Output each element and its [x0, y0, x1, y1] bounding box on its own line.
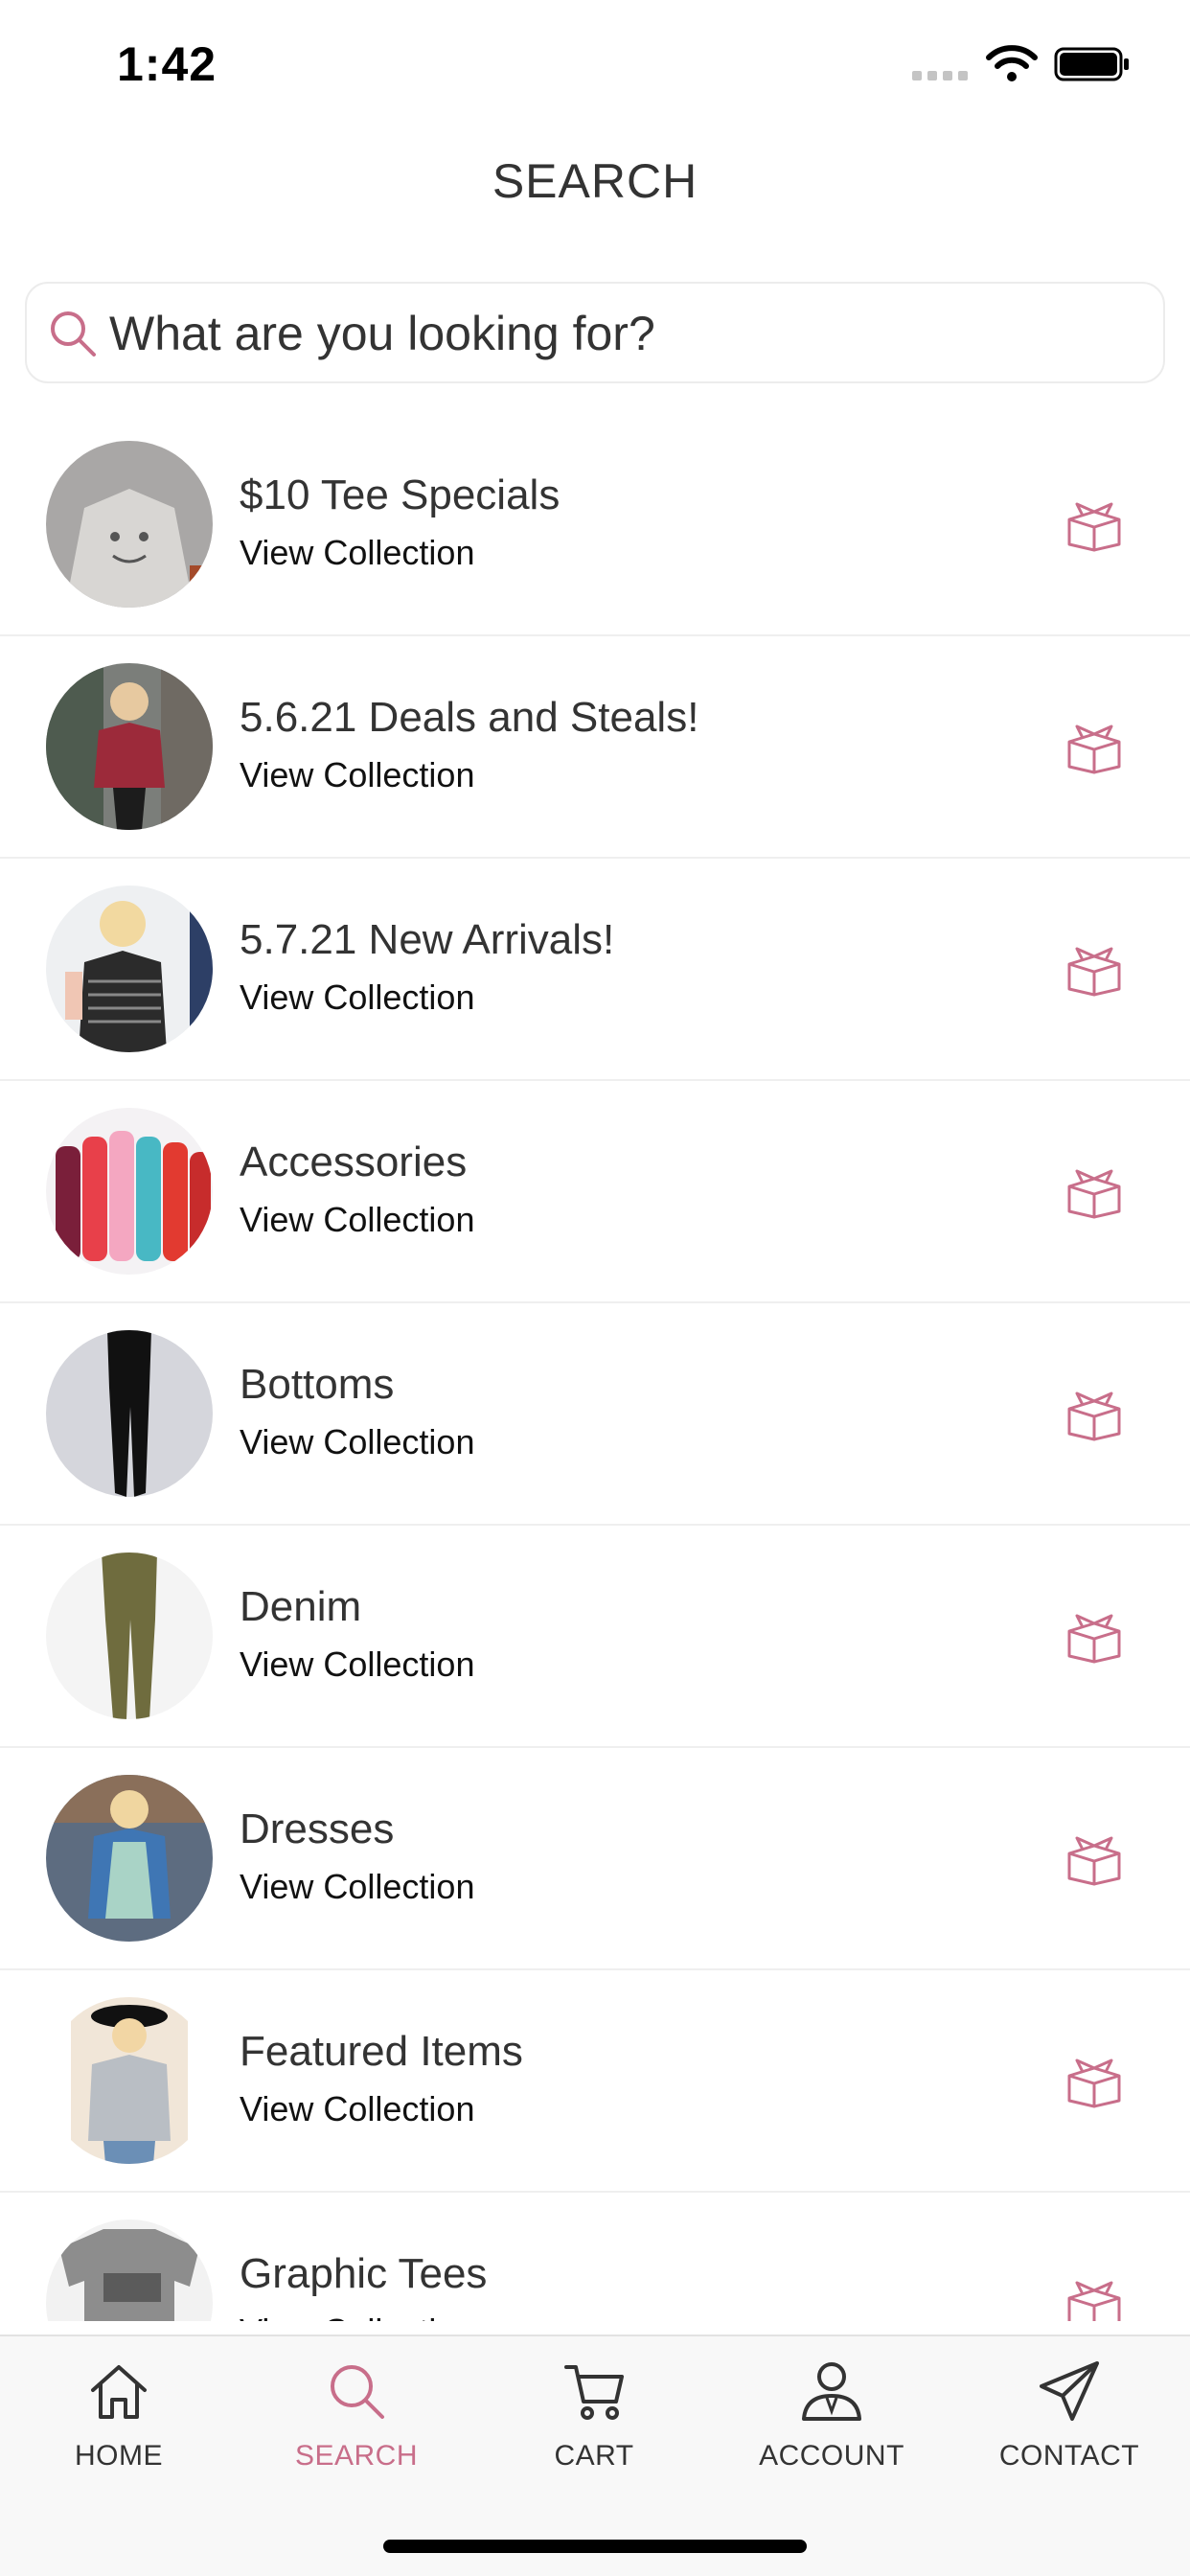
gift-box-icon — [1067, 1614, 1121, 1664]
collection-title: Bottoms — [240, 1361, 395, 1408]
view-collection-link[interactable]: View Collection — [240, 2089, 474, 2129]
cart-icon — [564, 2365, 624, 2420]
view-collection-link[interactable]: View Collection — [240, 978, 474, 1018]
collection-item-dresses[interactable]: Dresses View Collection — [0, 1748, 1190, 1970]
collection-thumbnail — [46, 886, 213, 1052]
collection-title: Featured Items — [240, 2028, 523, 2075]
collection-item-new-arrivals[interactable]: 5.7.21 New Arrivals! View Collection — [0, 859, 1190, 1081]
view-collection-link[interactable]: View Collection — [240, 1644, 474, 1685]
collection-thumbnail — [46, 1552, 213, 1719]
view-collection-link[interactable]: View Collection — [240, 1867, 474, 1907]
home-indicator — [383, 2540, 807, 2553]
collection-title: $10 Tee Specials — [240, 472, 561, 518]
tab-label: CONTACT — [998, 2440, 1140, 2472]
tab-contact[interactable]: CONTACT — [950, 2358, 1188, 2511]
collection-title: Dresses — [240, 1806, 395, 1852]
gift-box-icon — [1067, 2281, 1121, 2321]
collection-item-accessories[interactable]: Accessories View Collection — [0, 1081, 1190, 1303]
collection-item-bottoms[interactable]: Bottoms View Collection — [0, 1303, 1190, 1526]
gift-box-icon — [1067, 724, 1121, 774]
search-bar[interactable] — [25, 282, 1165, 383]
gift-box-icon — [1067, 1392, 1121, 1441]
page-title: SEARCH — [492, 154, 698, 208]
collection-title: Denim — [240, 1583, 362, 1630]
view-collection-link[interactable]: View Collection — [240, 1200, 474, 1240]
wifi-icon — [986, 45, 1038, 81]
view-collection-link[interactable]: View Collection — [240, 2312, 474, 2321]
tab-home[interactable]: HOME — [0, 2358, 238, 2511]
tab-label: CART — [554, 2440, 634, 2472]
gift-box-icon — [1067, 502, 1121, 552]
collection-thumbnail — [46, 663, 213, 830]
cellular-signal-icon — [912, 71, 968, 80]
gift-box-icon — [1067, 2058, 1121, 2108]
collection-title: 5.6.21 Deals and Steals! — [240, 694, 699, 741]
tab-label: SEARCH — [294, 2440, 419, 2472]
collection-thumbnail — [46, 1108, 213, 1275]
status-bar: 1:42 — [0, 0, 1190, 126]
collection-thumbnail — [46, 441, 213, 608]
collection-thumbnail — [46, 2220, 213, 2321]
gift-box-icon — [1067, 1169, 1121, 1219]
status-time: 1:42 — [117, 37, 217, 91]
collection-item-denim[interactable]: Denim View Collection — [0, 1526, 1190, 1748]
collection-thumbnail — [46, 1775, 213, 1942]
collection-item-10-tee-specials[interactable]: $10 Tee Specials View Collection — [0, 414, 1190, 636]
collection-thumbnail — [46, 1997, 213, 2164]
gift-box-icon — [1067, 947, 1121, 997]
gift-box-icon — [1067, 1836, 1121, 1886]
collection-title: Graphic Tees — [240, 2250, 488, 2297]
view-collection-link[interactable]: View Collection — [240, 533, 474, 573]
tab-search[interactable]: SEARCH — [238, 2358, 475, 2511]
tab-label: HOME — [75, 2440, 163, 2472]
collection-item-deals-and-steals[interactable]: 5.6.21 Deals and Steals! View Collection — [0, 636, 1190, 859]
search-icon — [51, 311, 96, 356]
battery-icon — [1054, 47, 1129, 81]
view-collection-link[interactable]: View Collection — [240, 1422, 474, 1462]
home-icon — [91, 2365, 147, 2419]
collection-item-featured-items[interactable]: Featured Items View Collection — [0, 1970, 1190, 2193]
tab-account[interactable]: ACCOUNT — [713, 2358, 950, 2511]
paper-plane-icon — [1040, 2361, 1099, 2421]
search-input[interactable] — [109, 297, 1144, 370]
collection-title: 5.7.21 New Arrivals! — [240, 916, 615, 963]
collection-thumbnail — [46, 1330, 213, 1497]
tab-cart[interactable]: CART — [475, 2358, 713, 2511]
collection-item-graphic-tees[interactable]: Graphic Tees View Collection — [0, 2193, 1190, 2321]
account-icon — [802, 2362, 861, 2421]
collection-title: Accessories — [240, 1138, 468, 1185]
view-collection-link[interactable]: View Collection — [240, 755, 474, 795]
collection-list[interactable]: $10 Tee Specials View Collection 5.6.21 … — [0, 414, 1190, 2321]
tab-label: ACCOUNT — [759, 2440, 904, 2472]
search-icon — [331, 2365, 384, 2419]
